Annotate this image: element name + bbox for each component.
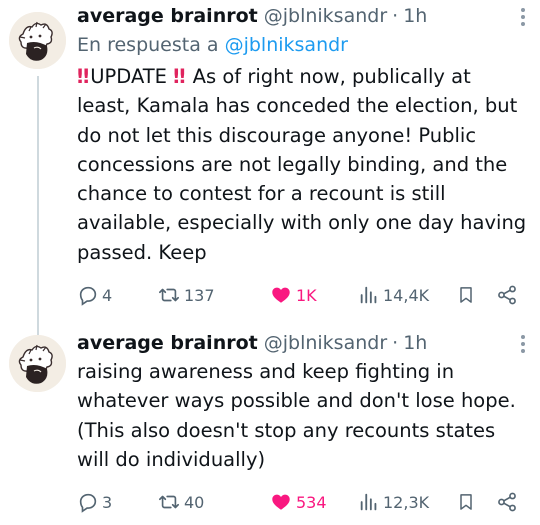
double-exclamation-emoji: ‼	[173, 65, 185, 88]
display-name[interactable]: average brainrot	[77, 5, 258, 27]
reply-mention-link[interactable]: @jblniksandr	[225, 34, 348, 56]
view-count: 14,4K	[383, 285, 430, 305]
avatar[interactable]	[9, 335, 66, 392]
reply-icon	[79, 493, 97, 513]
more-icon[interactable]	[518, 335, 528, 357]
reply-icon	[79, 286, 97, 306]
more-icon[interactable]	[518, 8, 528, 30]
views-button[interactable]: 12,3K	[358, 490, 429, 514]
user-handle[interactable]: @jblniksandr	[264, 332, 387, 354]
views-icon	[360, 493, 377, 511]
heart-icon	[272, 287, 290, 303]
tweet-content: average brainrot @jblniksandr · 1h raisi…	[77, 332, 528, 474]
tweet-header: average brainrot @jblniksandr · 1h	[77, 332, 528, 357]
retweet-icon	[159, 495, 179, 509]
bookmark-icon	[460, 287, 472, 303]
tweet-content: average brainrot @jblniksandr · 1h En re…	[77, 5, 528, 267]
thread-connector-line	[37, 76, 39, 338]
tweet-text: ‼ UPDATE ‼ As of right now, publically at…	[77, 62, 528, 267]
retweet-count: 40	[184, 492, 205, 512]
like-button[interactable]: 1K	[269, 283, 317, 307]
share-icon	[498, 492, 516, 512]
user-handle[interactable]: @jblniksandr	[264, 5, 387, 27]
reply-prefix: En respuesta a	[77, 34, 219, 56]
share-button[interactable]	[496, 490, 518, 514]
reply-button[interactable]: 3	[77, 490, 112, 514]
retweet-button[interactable]: 137	[157, 283, 215, 307]
view-count: 12,3K	[383, 492, 430, 512]
like-count: 534	[296, 492, 327, 512]
like-button[interactable]: 534	[269, 490, 327, 514]
reply-context: En respuesta a @jblniksandr	[77, 34, 528, 60]
retweet-button[interactable]: 40	[157, 490, 204, 514]
retweet-count: 137	[184, 285, 215, 305]
reply-count: 3	[102, 492, 113, 512]
avatar-image	[9, 12, 66, 69]
double-exclamation-emoji: ‼	[77, 65, 89, 88]
share-icon	[498, 285, 516, 305]
separator-dot: ·	[392, 332, 399, 354]
tweet-header: average brainrot @jblniksandr · 1h	[77, 5, 528, 30]
tweet-body: As of right now, publically at least, Ka…	[77, 65, 533, 264]
views-icon	[360, 286, 377, 304]
reply-button[interactable]: 4	[77, 283, 112, 307]
tweet-text: raising awareness and keep fighting in w…	[77, 360, 523, 471]
timestamp[interactable]: 1h	[403, 332, 427, 354]
action-bar: 4 137 1K 14,4K	[77, 283, 529, 307]
views-button[interactable]: 14,4K	[358, 283, 429, 307]
display-name[interactable]: average brainrot	[77, 332, 258, 354]
action-bar: 3 40 534 12,3K	[77, 490, 529, 514]
reply-count: 4	[102, 285, 113, 305]
bookmark-button[interactable]	[456, 283, 476, 307]
update-label: UPDATE	[90, 65, 167, 88]
avatar-image	[9, 335, 66, 392]
bookmark-icon	[460, 494, 472, 510]
separator-dot: ·	[392, 5, 399, 27]
bookmark-button[interactable]	[456, 490, 476, 514]
share-button[interactable]	[496, 283, 518, 307]
heart-icon	[272, 494, 290, 510]
timestamp[interactable]: 1h	[403, 5, 427, 27]
avatar[interactable]	[9, 12, 66, 69]
like-count: 1K	[296, 285, 317, 305]
retweet-icon	[159, 288, 179, 302]
